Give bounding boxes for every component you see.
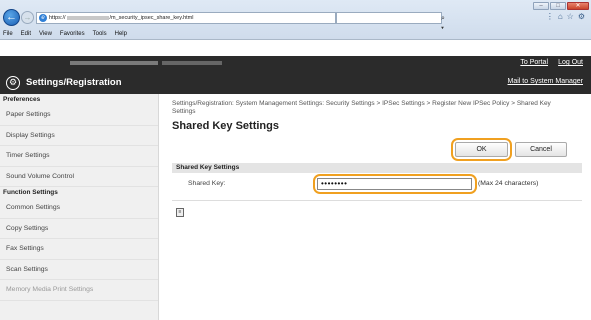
shared-key-highlight-callout — [313, 174, 477, 194]
ie-icon: e — [39, 14, 47, 22]
page-header-title: Settings/Registration — [26, 77, 122, 88]
sidebar: Preferences Paper Settings Display Setti… — [0, 94, 159, 320]
menu-edit[interactable]: Edit — [21, 29, 31, 39]
document-icon[interactable]: ≡ — [176, 208, 184, 217]
sidebar-item-copy-settings[interactable]: Copy Settings — [0, 219, 158, 239]
search-input[interactable]: ⌕ ▾ — [336, 12, 445, 32]
sidebar-item-display-settings[interactable]: Display Settings — [0, 126, 158, 146]
sidebar-item-paper-settings[interactable]: Paper Settings — [0, 105, 158, 126]
menu-tools[interactable]: Tools — [93, 29, 107, 39]
forward-arrow-icon[interactable]: → — [21, 11, 34, 24]
sidebar-item-sound-volume[interactable]: Sound Volume Control — [0, 167, 158, 187]
gear-icon[interactable]: ⚙ — [578, 12, 585, 21]
sidebar-item-timer-settings[interactable]: Timer Settings — [0, 146, 158, 167]
minimize-button[interactable]: – — [533, 2, 549, 10]
menu-favorites[interactable]: Favorites — [60, 29, 85, 39]
log-out-link[interactable]: Log Out — [558, 59, 583, 66]
mail-to-system-manager-link[interactable]: Mail to System Manager — [508, 78, 583, 85]
sidebar-heading-preferences: Preferences — [3, 96, 41, 103]
url-suffix: /m_security_ipsec_share_key.html — [109, 15, 194, 21]
redacted-host — [66, 15, 109, 20]
to-portal-link[interactable]: To Portal — [520, 59, 548, 66]
cancel-button[interactable]: Cancel — [515, 142, 567, 157]
window-controls: – □ ✕ — [533, 2, 589, 10]
section-heading: Shared Key Settings — [172, 163, 582, 173]
ok-highlight-callout — [451, 138, 512, 161]
sidebar-item-common-settings[interactable]: Common Settings — [0, 198, 158, 219]
redacted-device-name — [70, 61, 158, 65]
url-prefix: https:// — [49, 15, 66, 21]
max-characters-hint: (Max 24 characters) — [478, 180, 539, 187]
compat-icon[interactable]: ⋮ — [546, 12, 554, 21]
main-content: Settings/Registration: System Management… — [172, 100, 587, 217]
sidebar-item-memory-media-print[interactable]: Memory Media Print Settings — [0, 280, 158, 301]
menu-view[interactable]: View — [39, 29, 52, 39]
menu-help[interactable]: Help — [115, 29, 127, 39]
divider — [172, 200, 582, 201]
page-title: Shared Key Settings — [172, 120, 279, 132]
maximize-button[interactable]: □ — [550, 2, 566, 10]
menu-file[interactable]: File — [3, 29, 13, 39]
app-header: To Portal Log Out ⚙ Settings/Registratio… — [0, 56, 591, 94]
settings-gear-icon: ⚙ — [6, 76, 20, 90]
favorites-star-icon[interactable]: ☆ — [567, 12, 574, 21]
browser-chrome: – □ ✕ ← → e https:// /m_security_ipsec_sh… — [0, 0, 591, 40]
sidebar-item-fax-settings[interactable]: Fax Settings — [0, 239, 158, 260]
browser-tools: ⋮ ⌂ ☆ ⚙ — [546, 12, 585, 21]
sidebar-heading-function-settings: Function Settings — [3, 189, 58, 196]
sidebar-item-scan-settings[interactable]: Scan Settings — [0, 260, 158, 280]
address-bar[interactable]: e https:// /m_security_ipsec_share_key.ht… — [36, 12, 336, 24]
menu-bar: File Edit View Favorites Tools Help — [0, 29, 591, 39]
redacted-device-model — [162, 61, 222, 65]
close-button[interactable]: ✕ — [567, 2, 589, 10]
shared-key-label: Shared Key: — [188, 180, 226, 187]
home-icon[interactable]: ⌂ — [558, 12, 563, 21]
breadcrumb: Settings/Registration: System Management… — [172, 100, 551, 115]
back-arrow-icon[interactable]: ← — [3, 9, 20, 26]
